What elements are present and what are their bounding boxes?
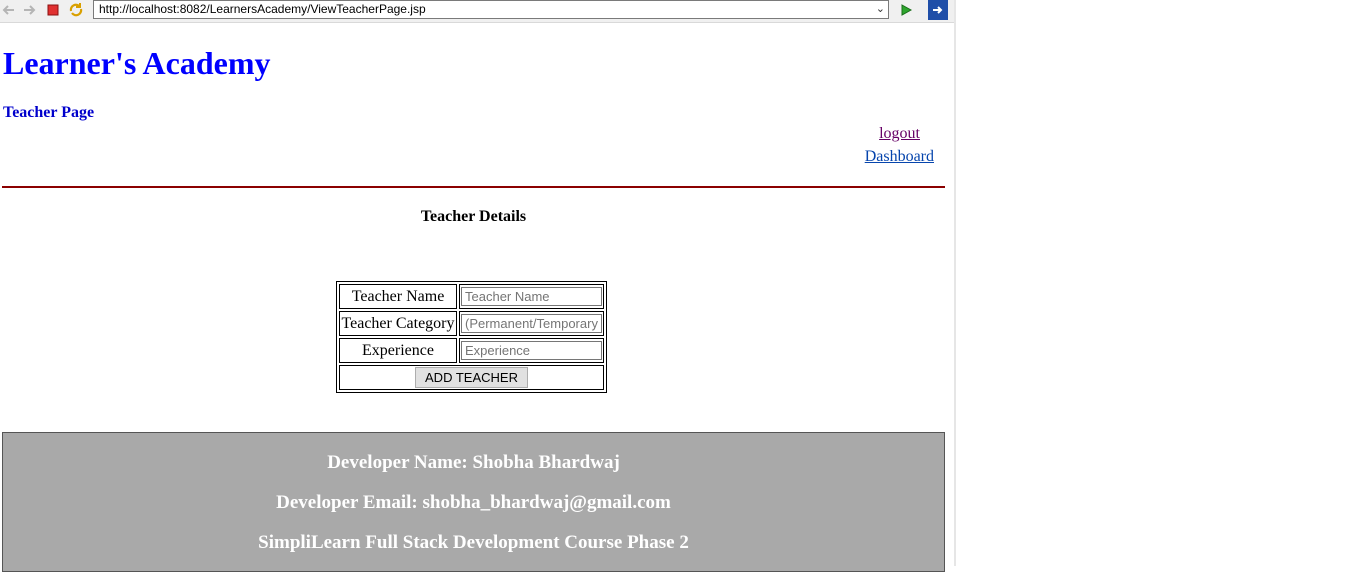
section-title: Teacher Details (420, 208, 527, 225)
teacher-name-label: Teacher Name (339, 284, 457, 309)
address-bar[interactable]: http://localhost:8082/LearnersAcademy/Vi… (93, 0, 889, 19)
url-text: http://localhost:8082/LearnersAcademy/Vi… (99, 2, 426, 16)
forward-arrow-icon[interactable] (21, 2, 37, 18)
header-divider (2, 186, 945, 188)
teacher-category-label: Teacher Category (339, 311, 457, 336)
form-row-teacher-category: Teacher Category (339, 311, 604, 336)
dashboard-link[interactable]: Dashboard (865, 148, 934, 166)
logout-link[interactable]: logout (879, 125, 920, 143)
form-row-teacher-name: Teacher Name (339, 284, 604, 309)
form-row-submit: ADD TEACHER (339, 365, 604, 390)
page-subtitle: Teacher Page (3, 104, 95, 121)
page: Learner's Academy Teacher Page logout Da… (0, 23, 954, 572)
teacher-category-cell (459, 311, 604, 336)
go-arrow-icon[interactable] (898, 2, 914, 18)
window-divider (954, 0, 956, 566)
experience-label: Experience (339, 338, 457, 363)
teacher-form-table: Teacher Name Teacher Category Experience… (336, 281, 607, 393)
teacher-name-cell (459, 284, 604, 309)
browser-toolbar: http://localhost:8082/LearnersAcademy/Vi… (0, 0, 954, 23)
back-arrow-icon[interactable] (1, 2, 17, 18)
refresh-icon[interactable] (68, 2, 84, 18)
experience-cell (459, 338, 604, 363)
teacher-category-input[interactable] (461, 314, 602, 333)
developer-name: Developer Name: Shobha Bhardwaj (327, 452, 620, 473)
developer-email: Developer Email: shobha_bhardwaj@gmail.c… (276, 492, 671, 513)
teacher-name-input[interactable] (461, 287, 602, 306)
footer: Developer Name: Shobha Bhardwaj Develope… (2, 432, 945, 572)
submit-cell: ADD TEACHER (339, 365, 604, 390)
course-info: SimpliLearn Full Stack Development Cours… (258, 532, 689, 553)
stop-icon[interactable] (45, 2, 61, 18)
page-title: Learner's Academy (3, 45, 271, 81)
experience-input[interactable] (461, 341, 602, 360)
form-row-experience: Experience (339, 338, 604, 363)
logout-door-icon[interactable] (928, 0, 948, 20)
add-teacher-button[interactable]: ADD TEACHER (415, 367, 528, 388)
chevron-down-icon[interactable]: ⌄ (876, 1, 885, 18)
